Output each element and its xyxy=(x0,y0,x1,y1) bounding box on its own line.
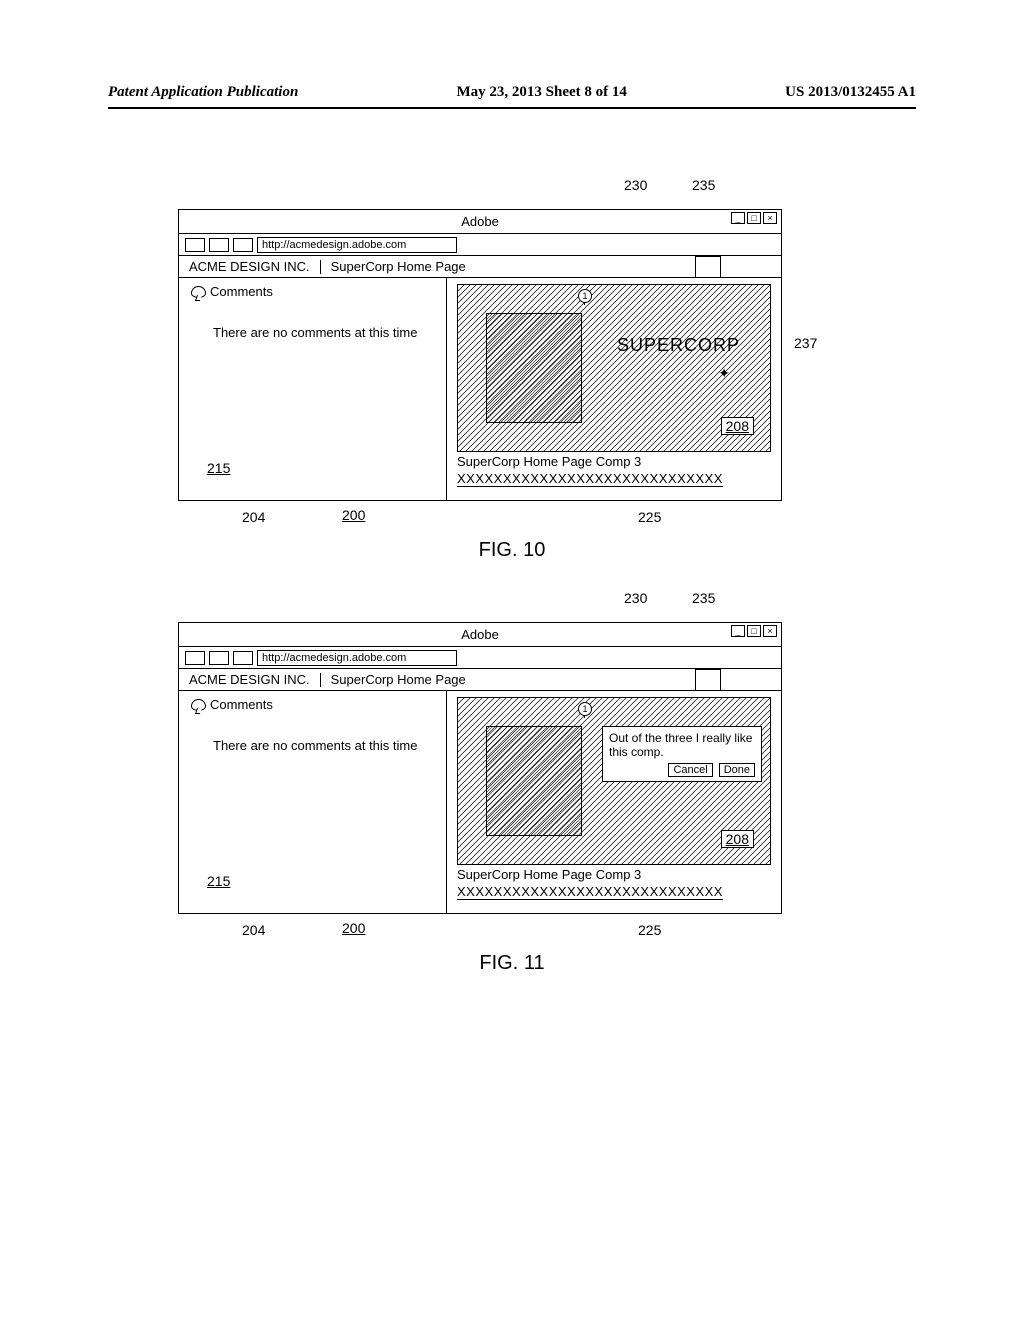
ref-200-b: 200 xyxy=(342,920,365,936)
address-bar-b: http://acmedesign.adobe.com xyxy=(179,647,781,669)
star-icon: ✦ xyxy=(718,365,730,382)
x-row: XXXXXXXXXXXXXXXXXXXXXXXXXXXXX xyxy=(457,471,723,487)
ref-235: 235 xyxy=(692,177,715,193)
inner-box xyxy=(486,313,582,423)
maximize-icon-b[interactable]: □ xyxy=(747,625,761,637)
breadcrumb-page-b[interactable]: SuperCorp Home Page xyxy=(331,672,466,687)
preview-image-b[interactable]: 208 1 Out of the three I really like thi… xyxy=(457,697,771,865)
nav-back-button-b[interactable] xyxy=(185,651,205,665)
ref-215-b: 215 xyxy=(207,873,230,889)
minimize-icon-b[interactable]: _ xyxy=(731,625,745,637)
window-title: Adobe xyxy=(461,214,499,229)
comments-header-b: Comments xyxy=(191,697,434,712)
comp-title-b: SuperCorp Home Page Comp 3 xyxy=(457,867,771,882)
comments-empty-text-b: There are no comments at this time xyxy=(191,712,434,754)
window-frame: Adobe _ □ × http://acmedesign.adobe.com … xyxy=(178,209,782,501)
ref-204: 204 xyxy=(242,509,265,525)
nav-forward-button[interactable] xyxy=(209,238,229,252)
comment-popup: Out of the three I really like this comp… xyxy=(602,726,762,782)
breadcrumb-org-b[interactable]: ACME DESIGN INC. xyxy=(189,672,310,687)
nav-back-button[interactable] xyxy=(185,238,205,252)
preview-pane: SUPERCORP ✦ 208 1 SuperCorp Home Page Co… xyxy=(447,278,781,500)
window-controls-b: _ □ × xyxy=(731,625,777,637)
pin-number-b: 1 xyxy=(582,704,587,714)
nav-reload-button-b[interactable] xyxy=(233,651,253,665)
figure-10-block: 230 235 237 Adobe _ □ × http://acmedesig… xyxy=(108,209,916,562)
breadcrumb-divider xyxy=(320,260,321,274)
under-labels-11: 204 200 225 xyxy=(178,914,782,946)
done-button[interactable]: Done xyxy=(719,763,755,777)
nav-reload-button[interactable] xyxy=(233,238,253,252)
comments-pane: Comments There are no comments at this t… xyxy=(179,278,447,500)
url-text: http://acmedesign.adobe.com xyxy=(262,239,406,251)
ref-204-b: 204 xyxy=(242,922,265,938)
ref-235-b: 235 xyxy=(692,590,715,606)
ref-215: 215 xyxy=(207,460,230,476)
under-labels-10: 204 200 225 xyxy=(178,501,782,533)
breadcrumb-page[interactable]: SuperCorp Home Page xyxy=(331,259,466,274)
breadcrumb-row-b: ACME DESIGN INC. SuperCorp Home Page xyxy=(179,669,781,691)
supercorp-label: SUPERCORP xyxy=(617,335,740,356)
ref-230: 230 xyxy=(624,177,647,193)
nav-forward-button-b[interactable] xyxy=(209,651,229,665)
cancel-button[interactable]: Cancel xyxy=(668,763,712,777)
preview-pane-b: 208 1 Out of the three I really like thi… xyxy=(447,691,781,913)
close-icon[interactable]: × xyxy=(763,212,777,224)
maximize-icon[interactable]: □ xyxy=(747,212,761,224)
ref-225: 225 xyxy=(638,509,661,525)
address-bar: http://acmedesign.adobe.com xyxy=(179,234,781,256)
minimize-icon[interactable]: _ xyxy=(731,212,745,224)
ref-225-b: 225 xyxy=(638,922,661,938)
comp-title: SuperCorp Home Page Comp 3 xyxy=(457,454,771,469)
comments-label: Comments xyxy=(210,284,273,299)
header-right: US 2013/0132455 A1 xyxy=(785,84,916,101)
ref-230-b: 230 xyxy=(624,590,647,606)
comments-header: Comments xyxy=(191,284,434,299)
window-controls: _ □ × xyxy=(731,212,777,224)
url-field-b[interactable]: http://acmedesign.adobe.com xyxy=(257,650,457,666)
ref-208-b: 208 xyxy=(721,830,754,848)
figure-11-block: 230 235 Adobe _ □ × http://acmedesign.ad… xyxy=(108,622,916,975)
x-row-b: XXXXXXXXXXXXXXXXXXXXXXXXXXXXX xyxy=(457,884,723,900)
ref-200: 200 xyxy=(342,507,365,523)
url-text-b: http://acmedesign.adobe.com xyxy=(262,652,406,664)
inner-box-b xyxy=(486,726,582,836)
breadcrumb-row: ACME DESIGN INC. SuperCorp Home Page xyxy=(179,256,781,278)
hatch-inner-b xyxy=(487,727,581,835)
breadcrumb-org[interactable]: ACME DESIGN INC. xyxy=(189,259,310,274)
ref-208: 208 xyxy=(721,417,754,435)
window-frame-b: Adobe _ □ × http://acmedesign.adobe.com … xyxy=(178,622,782,914)
body-row: Comments There are no comments at this t… xyxy=(179,278,781,500)
header-center: May 23, 2013 Sheet 8 of 14 xyxy=(457,84,627,101)
breadcrumb-divider-b xyxy=(320,673,321,687)
pin-number: 1 xyxy=(582,291,587,301)
ref-237: 237 xyxy=(794,335,817,351)
window-title-b: Adobe xyxy=(461,627,499,642)
toolbar-box[interactable] xyxy=(695,256,721,278)
comment-popup-text: Out of the three I really like this comp… xyxy=(609,731,755,759)
url-field[interactable]: http://acmedesign.adobe.com xyxy=(257,237,457,253)
comments-label-b: Comments xyxy=(210,697,273,712)
comment-bubble-icon-b xyxy=(191,699,206,711)
body-row-b: Comments There are no comments at this t… xyxy=(179,691,781,913)
popup-buttons: Cancel Done xyxy=(609,763,755,777)
hatch-inner xyxy=(487,314,581,422)
window-titlebar: Adobe _ □ × xyxy=(179,210,781,234)
comment-pin-icon-b[interactable]: 1 xyxy=(578,702,592,716)
window-titlebar-b: Adobe _ □ × xyxy=(179,623,781,647)
header-left: Patent Application Publication xyxy=(108,84,298,101)
comment-bubble-icon xyxy=(191,286,206,298)
page-header: Patent Application Publication May 23, 2… xyxy=(108,84,916,101)
page: Patent Application Publication May 23, 2… xyxy=(0,0,1024,1320)
toolbar-box-b[interactable] xyxy=(695,669,721,691)
figure-10-caption: FIG. 10 xyxy=(108,539,916,562)
comment-pin-icon[interactable]: 1 xyxy=(578,289,592,303)
comments-pane-b: Comments There are no comments at this t… xyxy=(179,691,447,913)
comments-empty-text: There are no comments at this time xyxy=(191,299,434,341)
figure-11-caption: FIG. 11 xyxy=(108,952,916,975)
close-icon-b[interactable]: × xyxy=(763,625,777,637)
preview-image[interactable]: SUPERCORP ✦ 208 1 xyxy=(457,284,771,452)
header-rule xyxy=(108,107,916,109)
